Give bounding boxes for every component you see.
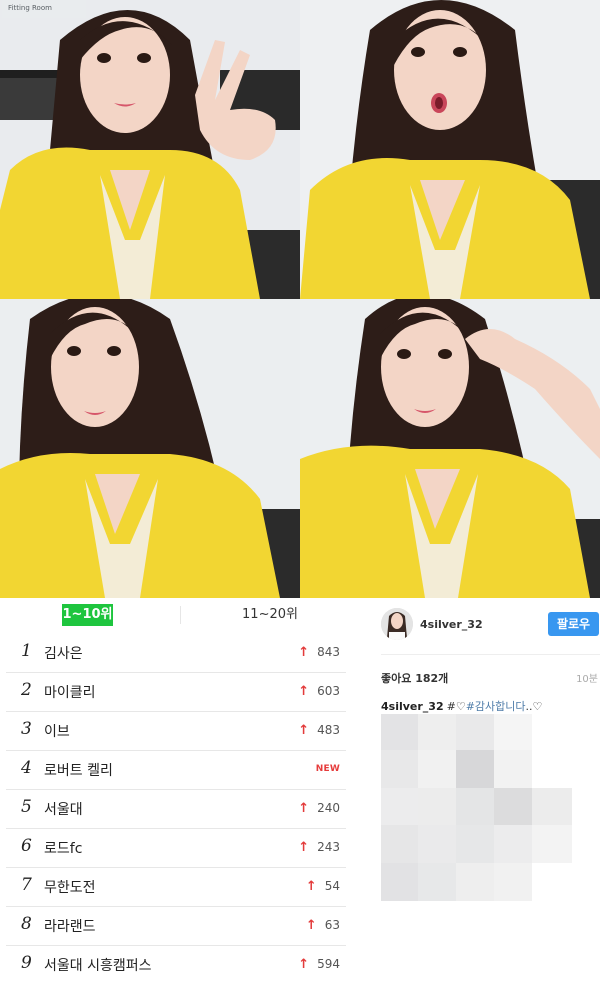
caption-prefix: #♡ (446, 700, 466, 713)
rank-number: 1 (21, 641, 32, 661)
rank-keyword[interactable]: 서울대 시흥캠퍼스 (44, 955, 152, 975)
rank-number: 5 (21, 797, 32, 817)
photo-2[interactable] (300, 0, 600, 299)
photo-1-image (0, 0, 300, 299)
up-arrow-icon: ↑ (298, 645, 310, 660)
up-arrow-icon: ↑ (298, 840, 310, 855)
rank-keyword[interactable]: 로드fc (44, 838, 82, 858)
avatar[interactable] (381, 608, 413, 640)
ranking-row[interactable]: 9 서울대 시흥캠퍼스 ↑ 594 (6, 946, 346, 984)
rank-change: ↑ 243 (298, 840, 340, 855)
photo-1[interactable]: Fitting Room (0, 0, 300, 299)
ranking-list: 1 김사은 ↑ 843 2 마이클리 ↑ 603 3 이브 ↑ 483 4 로버트 켈… (0, 634, 350, 984)
post-divider (381, 654, 600, 655)
rank-change-value: 240 (317, 801, 340, 815)
follow-button[interactable]: 팔로우 (548, 612, 599, 636)
ranking-tabs: 1~10위 11~20위 (0, 598, 350, 632)
caption-suffix: ..♡ (525, 700, 543, 713)
rank-change-value: 243 (317, 840, 340, 854)
up-arrow-icon: ↑ (298, 957, 310, 972)
tab-divider (180, 606, 181, 624)
ranking-row[interactable]: 5 서울대 ↑ 240 (6, 790, 346, 829)
rank-keyword[interactable]: 서울대 (44, 799, 83, 819)
realtime-search-ranking: 1~10위 11~20위 1 김사은 ↑ 843 2 마이클리 ↑ 603 3 이브… (0, 598, 350, 981)
rank-change: ↑ 483 (298, 723, 340, 738)
likes-count[interactable]: 좋아요 182개 (381, 670, 448, 686)
caption-username[interactable]: 4silver_32 (381, 700, 444, 713)
post-time: 10분 (576, 674, 598, 685)
ranking-row[interactable]: 1 김사은 ↑ 843 (6, 634, 346, 673)
ranking-row[interactable]: 8 라라랜드 ↑ 63 (6, 907, 346, 946)
up-arrow-icon: ↑ (298, 801, 310, 816)
rank-number: 2 (21, 680, 32, 700)
ranking-row[interactable]: 7 무한도전 ↑ 54 (6, 868, 346, 907)
rank-change: ↑ 603 (298, 684, 340, 699)
fitting-room-sign: Fitting Room (2, 0, 86, 18)
photo-4-image (300, 299, 600, 598)
avatar-image (381, 608, 413, 640)
post-caption: 4silver_32 #♡#감사합니다..♡ (381, 698, 542, 714)
photo-3-image (0, 299, 300, 598)
photo-4[interactable] (300, 299, 600, 598)
rank-keyword[interactable]: 무한도전 (44, 877, 96, 897)
caption-hashtag[interactable]: #감사합니다 (466, 700, 526, 713)
rank-change-value: 594 (317, 957, 340, 971)
rank-number: 4 (21, 758, 32, 778)
up-arrow-icon: ↑ (305, 879, 317, 894)
rank-keyword[interactable]: 김사은 (44, 643, 83, 663)
rank-change-value: 63 (324, 918, 340, 932)
photo-2-image (300, 0, 600, 299)
ranking-row[interactable]: 4 로버트 켈리 NEW (6, 751, 346, 790)
rank-keyword[interactable]: 라라랜드 (44, 916, 96, 936)
rank-change: ↑ 63 (306, 918, 340, 933)
rank-number: 9 (21, 953, 32, 973)
rank-change-value: 603 (317, 684, 340, 698)
up-arrow-icon: ↑ (305, 918, 317, 933)
new-badge: NEW (315, 764, 340, 774)
rank-change: ↑ 594 (298, 957, 340, 972)
rank-number: 6 (21, 836, 32, 856)
mosaic-blur (381, 714, 572, 901)
up-arrow-icon: ↑ (298, 684, 310, 699)
rank-keyword[interactable]: 로버트 켈리 (44, 760, 113, 780)
rank-keyword[interactable]: 마이클리 (44, 682, 96, 702)
rank-keyword[interactable]: 이브 (44, 721, 70, 741)
ranking-row[interactable]: 2 마이클리 ↑ 603 (6, 673, 346, 712)
rank-change: ↑ 843 (298, 645, 340, 660)
rank-number: 7 (21, 875, 32, 895)
up-arrow-icon: ↑ (298, 723, 310, 738)
rank-number: 8 (21, 914, 32, 934)
post-username[interactable]: 4silver_32 (420, 618, 483, 631)
rank-number: 3 (21, 719, 32, 739)
rank-change: ↑ 240 (298, 801, 340, 816)
photo-grid: Fitting Room (0, 0, 600, 598)
tab-rank-1-10[interactable]: 1~10위 (62, 604, 113, 626)
rank-change-value: 54 (324, 879, 340, 893)
ranking-row[interactable]: 3 이브 ↑ 483 (6, 712, 346, 751)
pixelated-comments (381, 714, 574, 901)
rank-change-value: 483 (317, 723, 340, 737)
tab-rank-11-20[interactable]: 11~20위 (230, 604, 310, 626)
rank-change: ↑ 54 (306, 879, 340, 894)
instagram-post: 4silver_32 팔로우 좋아요 182개 10분 4silver_32 #♡… (360, 598, 600, 981)
rank-change-value: 843 (317, 645, 340, 659)
photo-3[interactable] (0, 299, 300, 598)
ranking-row[interactable]: 6 로드fc ↑ 243 (6, 829, 346, 868)
